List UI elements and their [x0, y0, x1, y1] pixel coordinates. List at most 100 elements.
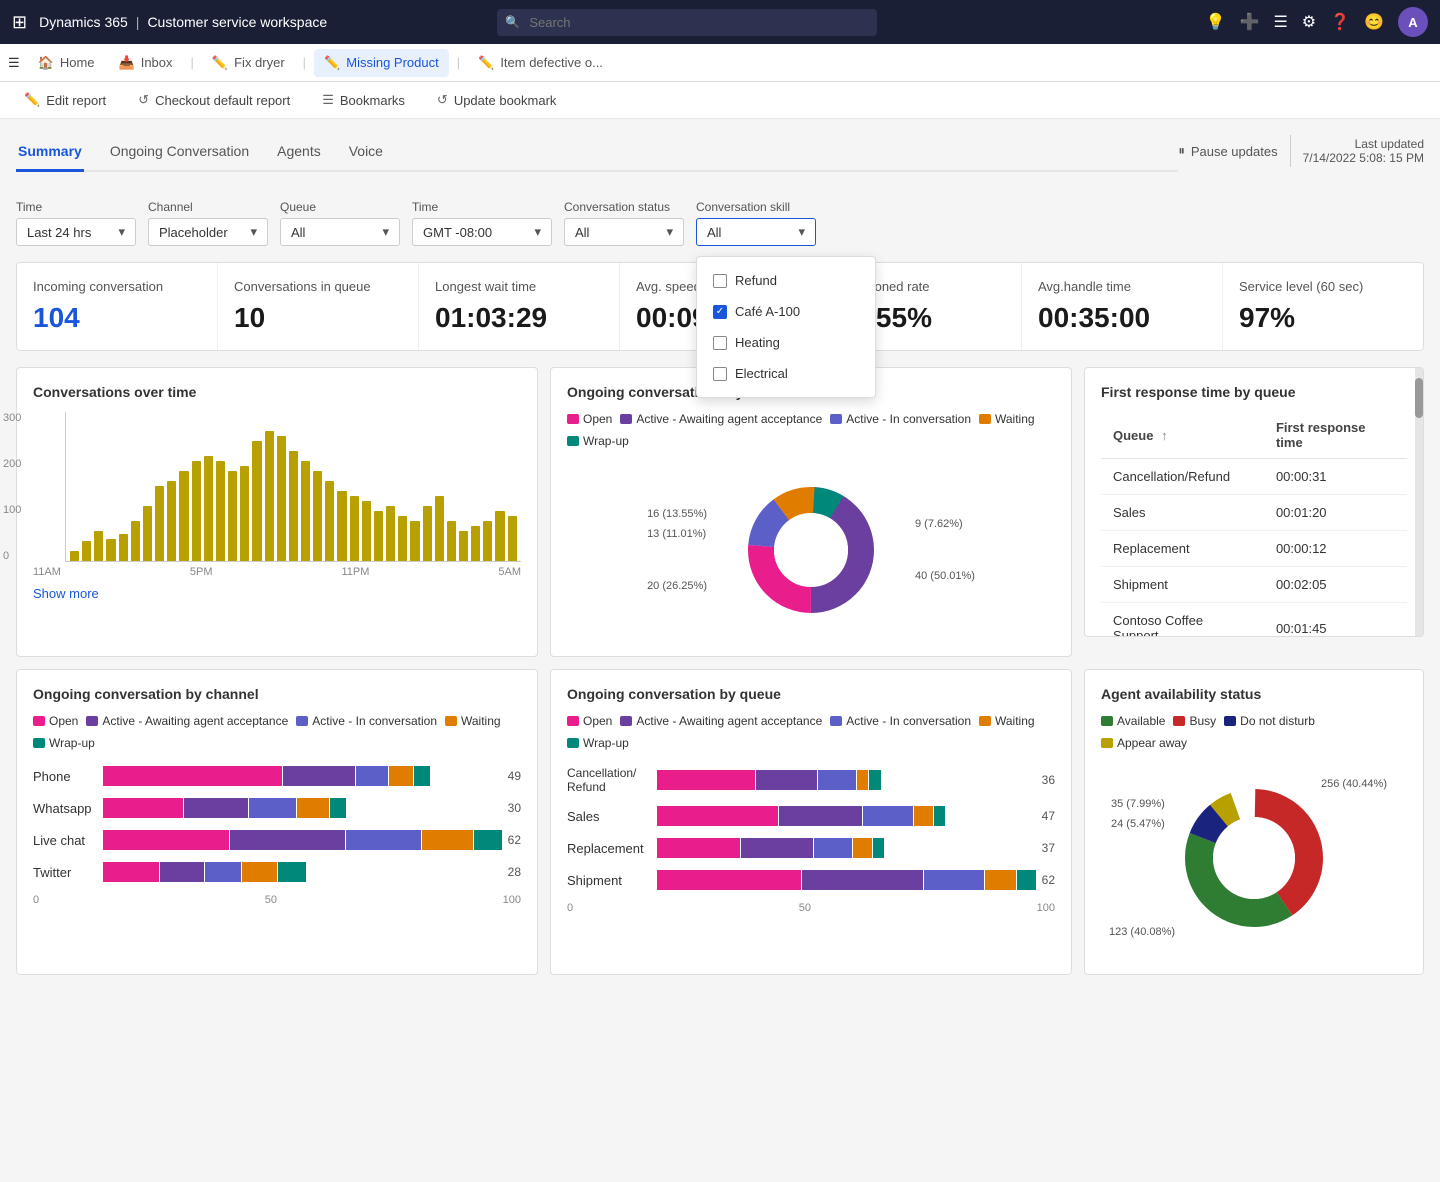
agent-availability-title: Agent availability status [1101, 686, 1407, 702]
skill-option-heating[interactable]: Heating [697, 327, 875, 358]
donut-svg [731, 470, 891, 630]
settings-icon[interactable]: ⚙ [1302, 12, 1316, 32]
chart-title-queue: Ongoing conversation by queue [567, 686, 1055, 702]
table-row: Replacement 00:00:12 [1101, 531, 1407, 567]
wrapup-color [567, 436, 579, 446]
active-awaiting-color [620, 414, 632, 424]
channel-x-labels: 0 50 100 [33, 894, 521, 906]
tab-summary[interactable]: Summary [16, 135, 84, 172]
show-more-link[interactable]: Show more [33, 586, 99, 601]
bar-segment [70, 551, 79, 561]
cafe-checkbox[interactable]: ✓ [713, 305, 727, 319]
skill-option-refund[interactable]: Refund [697, 265, 875, 296]
last-updated: Last updated 7/14/2022 5:08: 15 PM [1303, 137, 1424, 165]
legend-open: Open [567, 412, 612, 426]
tab-voice[interactable]: Voice [347, 135, 385, 172]
checkout-icon: ↺ [138, 92, 149, 108]
add-icon[interactable]: ➕ [1240, 12, 1260, 32]
lightbulb-icon[interactable]: 💡 [1206, 12, 1226, 32]
bar-segment [252, 441, 261, 561]
tab-bar-menu-icon[interactable]: ☰ [8, 55, 20, 71]
first-response-title: First response time by queue [1101, 384, 1296, 400]
kpi-conversations-in-queue: Conversations in queue 10 [218, 263, 419, 350]
filter-conv-skill-select[interactable]: All ▾ [696, 218, 816, 246]
filter-queue: Queue All ▾ [280, 200, 400, 246]
avatar[interactable]: A [1398, 7, 1428, 37]
update-bookmark-button[interactable]: ↺ Update bookmark [429, 88, 565, 112]
bar-chart [65, 412, 521, 562]
waffle-icon[interactable]: ⊞ [12, 12, 27, 33]
filter-conv-skill: Conversation skill All ▾ Refund ✓ Café A… [696, 200, 816, 246]
x-axis-labels: 11AM 5PM 11PM 5AM [33, 566, 521, 578]
electrical-checkbox[interactable] [713, 367, 727, 381]
tab-inbox[interactable]: 📥 Inbox [109, 49, 183, 77]
chevron-down-icon-4: ▾ [534, 224, 541, 240]
edit-report-button[interactable]: ✏️ Edit report [16, 88, 114, 112]
bar-segment [204, 456, 213, 561]
agent-label-24: 24 (5.47%) [1111, 818, 1165, 830]
update-bookmark-icon: ↺ [437, 92, 448, 108]
charts-row-2: Ongoing conversation by channel Open Act… [16, 669, 1424, 975]
chart-title-conv-time: Conversations over time [33, 384, 521, 400]
filter-time-select[interactable]: Last 24 hrs ▾ [16, 218, 136, 246]
channel-legend-awaiting: Active - Awaiting agent acceptance [86, 714, 288, 728]
chevron-down-icon-5: ▾ [666, 224, 673, 240]
page-header: Summary Ongoing Conversation Agents Voic… [16, 135, 1424, 188]
channel-row-twitter: Twitter 28 [33, 862, 521, 882]
legend-busy: Busy [1173, 714, 1216, 728]
scrollbar-thumb[interactable] [1415, 378, 1423, 418]
checkout-default-report-button[interactable]: ↺ Checkout default report [130, 88, 298, 112]
tab-item-defective[interactable]: ✏️ Item defective o... [468, 49, 613, 77]
waiting-color [979, 414, 991, 424]
tab-agents[interactable]: Agents [275, 135, 323, 172]
chart-ongoing-by-queue: Ongoing conversation by queue Open Activ… [550, 669, 1072, 975]
bar-segment [325, 481, 334, 561]
table-row: Sales 00:01:20 [1101, 495, 1407, 531]
bar-segment [483, 521, 492, 561]
account-icon[interactable]: 😊 [1364, 12, 1384, 32]
help-icon[interactable]: ❓ [1330, 12, 1350, 32]
filter-conv-status-select[interactable]: All ▾ [564, 218, 684, 246]
skill-option-cafe[interactable]: ✓ Café A-100 [697, 296, 875, 327]
bar-segment [459, 531, 468, 561]
bookmarks-button[interactable]: ☰ Bookmarks [314, 88, 413, 112]
search-input[interactable] [497, 9, 877, 36]
chevron-down-icon-6: ▾ [798, 224, 805, 240]
open-color [567, 414, 579, 424]
tab-missing-product[interactable]: ✏️ Missing Product [314, 49, 449, 77]
agent-label-123: 123 (40.08%) [1109, 926, 1175, 938]
chart-ongoing-by-channel: Ongoing conversation by channel Open Act… [16, 669, 538, 975]
channel-row-whatsapp: Whatsapp 30 [33, 798, 521, 818]
refund-checkbox[interactable] [713, 274, 727, 288]
heating-checkbox[interactable] [713, 336, 727, 350]
queue-row-cancellation: Cancellation/ Refund 36 [567, 766, 1055, 794]
main-content: Summary Ongoing Conversation Agents Voic… [0, 119, 1440, 1181]
tab-home[interactable]: 🏠 Home [28, 49, 105, 77]
channel-bar-chart: Phone 49 Whatsapp [33, 762, 521, 910]
charts-row-1: Conversations over time 300 200 100 0 11… [16, 367, 1424, 657]
legend-do-not-disturb: Do not disturb [1224, 714, 1315, 728]
search-bar[interactable] [497, 9, 877, 36]
legend-active-awaiting: Active - Awaiting agent acceptance [620, 412, 822, 426]
bar-segment [471, 526, 480, 561]
legend-available: Available [1101, 714, 1165, 728]
bar-segment [94, 531, 103, 561]
queue-row-shipment: Shipment 62 [567, 870, 1055, 890]
brand-subtitle: Customer service workspace [147, 14, 327, 30]
chart-conversations-over-time: Conversations over time 300 200 100 0 11… [16, 367, 538, 657]
bar-segment [423, 506, 432, 561]
tab-fix-dryer[interactable]: ✏️ Fix dryer [202, 49, 295, 77]
bar-segment [374, 511, 383, 561]
filter-timezone-select[interactable]: GMT -08:00 ▾ [412, 218, 552, 246]
legend-wrapup: Wrap-up [567, 434, 629, 448]
sort-icon[interactable]: ↑ [1161, 428, 1168, 443]
tab-ongoing-conversation[interactable]: Ongoing Conversation [108, 135, 251, 172]
toolbar: ✏️ Edit report ↺ Checkout default report… [0, 82, 1440, 119]
top-nav-icons: 💡 ➕ ☰ ⚙ ❓ 😊 A [1206, 7, 1428, 37]
filter-queue-select[interactable]: All ▾ [280, 218, 400, 246]
pause-updates-button[interactable]: ⏸ Pause updates [1178, 143, 1277, 159]
skill-option-electrical[interactable]: Electrical [697, 358, 875, 389]
divider [1290, 135, 1291, 167]
menu-icon[interactable]: ☰ [1273, 12, 1287, 32]
filter-channel-select[interactable]: Placeholder ▾ [148, 218, 268, 246]
